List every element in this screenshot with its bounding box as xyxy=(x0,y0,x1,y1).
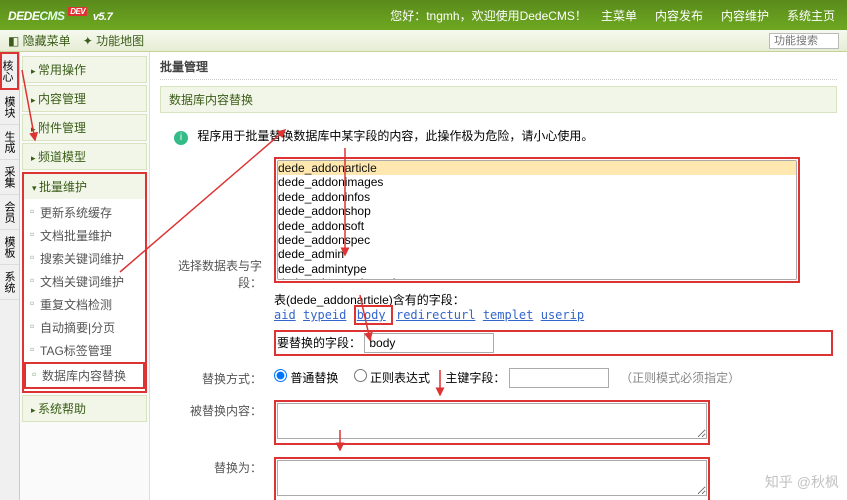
src-label: 被替换内容： xyxy=(164,400,274,419)
nav-main-menu[interactable]: 主菜单 xyxy=(597,5,641,26)
mode-regex-radio[interactable]: 正则表达式 xyxy=(354,371,430,385)
vnav-system[interactable]: 系统 xyxy=(0,265,19,300)
field-link-body[interactable]: body xyxy=(357,308,386,322)
mode-key-label: 主键字段： xyxy=(445,371,505,385)
mode-normal-radio[interactable]: 普通替换 xyxy=(274,371,338,385)
field-replace-input[interactable] xyxy=(364,333,494,353)
menu-group-batch-header[interactable]: 批量维护 xyxy=(24,174,145,199)
vnav-module[interactable]: 模块 xyxy=(0,90,19,125)
vnav-core[interactable]: 核心 xyxy=(0,52,19,90)
fields-prefix: 表( xyxy=(274,293,290,307)
hide-menu-label: 隐藏菜单 xyxy=(23,34,71,48)
version-text: v5.7 xyxy=(93,11,112,23)
field-link-aid[interactable]: aid xyxy=(274,308,296,322)
content-area: 批量管理 数据库内容替换 i 程序用于批量替换数据库中某字段的内容，此操作极为危… xyxy=(150,52,847,500)
menu-group-content-header[interactable]: 内容管理 xyxy=(23,86,146,111)
menu-group-attach: 附件管理 xyxy=(22,114,147,141)
select-table-label: 选择数据表与字段： xyxy=(164,157,274,291)
side-menu: 常用操作 内容管理 附件管理 频道模型 批量维护 更新系统缓存 文档批量维护 搜… xyxy=(20,52,150,500)
menu-group-common: 常用操作 xyxy=(22,56,147,83)
menu-item-auto-summary[interactable]: 自动摘要|分页 xyxy=(24,316,145,339)
table-select[interactable]: dede_addonarticle dede_addonimages dede_… xyxy=(277,160,797,280)
table-option[interactable]: dede_addoninfos xyxy=(278,190,796,204)
logo-text-1: DEDE xyxy=(8,9,39,23)
table-option[interactable]: dede_addonshop xyxy=(278,204,796,218)
function-search-input[interactable] xyxy=(769,33,839,49)
field-link-templet[interactable]: templet xyxy=(483,308,534,322)
nav-maintain[interactable]: 内容维护 xyxy=(717,5,773,26)
fields-suffix: )含有的字段： xyxy=(389,293,465,307)
menu-group-channel-header[interactable]: 频道模型 xyxy=(23,144,146,169)
logo-text-2: CMS xyxy=(39,9,64,23)
menu-item-doc-batch[interactable]: 文档批量维护 xyxy=(24,224,145,247)
menu-item-dup-check[interactable]: 重复文档检测 xyxy=(24,293,145,316)
logo: DEDECMS DEV v5.7 xyxy=(8,7,112,24)
mode-note: （正则模式必须指定） xyxy=(620,371,740,385)
sitemap-link[interactable]: ✦ 功能地图 xyxy=(83,32,144,49)
field-link-typeid[interactable]: typeid xyxy=(303,308,346,322)
field-link-redirecturl[interactable]: redirecturl xyxy=(396,308,475,322)
table-option[interactable]: dede_addonimages xyxy=(278,175,796,189)
vnav-generate[interactable]: 生成 xyxy=(0,125,19,160)
menu-group-content: 内容管理 xyxy=(22,85,147,112)
menu-group-common-header[interactable]: 常用操作 xyxy=(23,57,146,82)
breadcrumb: 批量管理 xyxy=(160,58,837,80)
menu-group-batch: 批量维护 更新系统缓存 文档批量维护 搜索关键词维护 文档关键词维护 重复文档检… xyxy=(22,172,147,393)
menu-item-doc-kw[interactable]: 文档关键词维护 xyxy=(24,270,145,293)
menu-group-attach-header[interactable]: 附件管理 xyxy=(23,115,146,140)
header-right: 您好：tngmh，欢迎使用DedeCMS！ 主菜单 内容发布 内容维护 系统主页 xyxy=(390,5,839,26)
mode-regex-text: 正则表达式 xyxy=(370,371,430,385)
section-header: 数据库内容替换 xyxy=(160,86,837,113)
table-option[interactable]: dede_advancedsearch xyxy=(278,276,796,280)
primary-key-input[interactable] xyxy=(509,368,609,388)
header-bar: DEDECMS DEV v5.7 您好：tngmh，欢迎使用DedeCMS！ 主… xyxy=(0,0,847,30)
vnav-template[interactable]: 模板 xyxy=(0,230,19,265)
hide-menu-toggle[interactable]: ◧ 隐藏菜单 xyxy=(8,32,71,49)
menu-group-channel: 频道模型 xyxy=(22,143,147,170)
info-icon: i xyxy=(174,131,188,145)
nav-publish[interactable]: 内容发布 xyxy=(651,5,707,26)
dest-textarea[interactable] xyxy=(277,460,707,496)
warning-text: 程序用于批量替换数据库中某字段的内容，此操作极为危险，请小心使用。 xyxy=(197,129,593,143)
vertical-nav: 核心 模块 生成 采集 会员 模板 系统 xyxy=(0,52,20,500)
fields-line: 表(dede_addonarticle)含有的字段： aid typeid bo… xyxy=(274,291,833,322)
source-textarea[interactable] xyxy=(277,403,707,439)
menu-item-search-kw[interactable]: 搜索关键词维护 xyxy=(24,247,145,270)
menu-item-db-replace[interactable]: 数据库内容替换 xyxy=(24,362,145,389)
welcome-text: 您好：tngmh，欢迎使用DedeCMS！ xyxy=(390,7,587,24)
toolbar: ◧ 隐藏菜单 ✦ 功能地图 xyxy=(0,30,847,52)
dst-label: 替换为： xyxy=(164,457,274,476)
table-option[interactable]: dede_addonarticle xyxy=(278,161,796,175)
menu-item-cache[interactable]: 更新系统缓存 xyxy=(24,201,145,224)
table-option[interactable]: dede_addonspec xyxy=(278,233,796,247)
table-option[interactable]: dede_admin xyxy=(278,247,796,261)
menu-group-help: 系统帮助 xyxy=(22,395,147,422)
mode-normal-text: 普通替换 xyxy=(290,371,338,385)
beta-badge: DEV xyxy=(68,7,87,16)
vnav-member[interactable]: 会员 xyxy=(0,195,19,230)
field-link-userip[interactable]: userip xyxy=(541,308,584,322)
sitemap-label: 功能地图 xyxy=(96,34,144,48)
vnav-collect[interactable]: 采集 xyxy=(0,160,19,195)
menu-group-help-header[interactable]: 系统帮助 xyxy=(23,396,146,421)
table-option[interactable]: dede_addonsoft xyxy=(278,219,796,233)
mode-label: 替换方式： xyxy=(164,368,274,387)
nav-sys-home[interactable]: 系统主页 xyxy=(783,5,839,26)
menu-item-tag-manage[interactable]: TAG标签管理 xyxy=(24,339,145,362)
table-option[interactable]: dede_admintype xyxy=(278,262,796,276)
field-replace-label: 要替换的字段： xyxy=(277,336,361,350)
